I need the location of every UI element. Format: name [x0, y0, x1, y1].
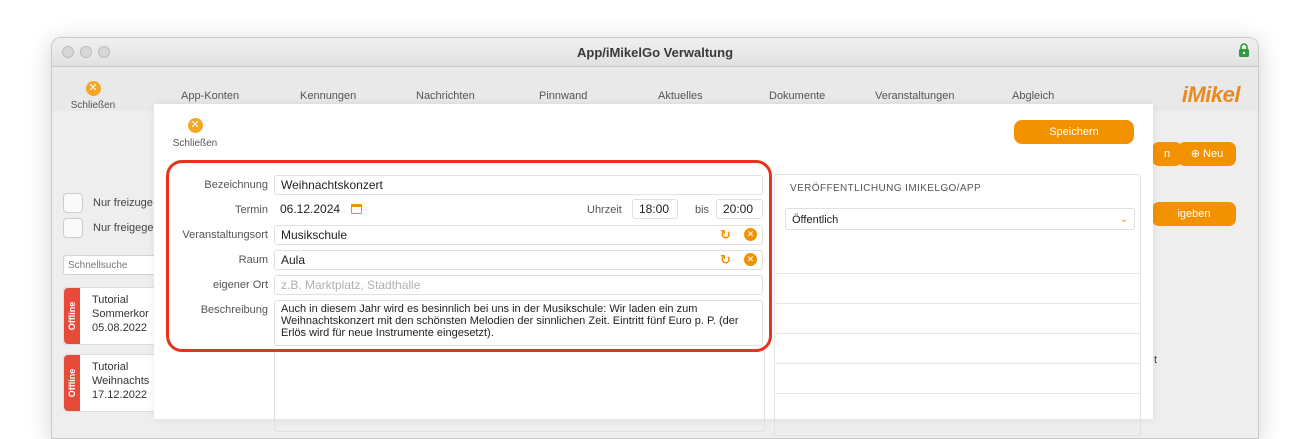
new-button-label: Neu [1203, 148, 1224, 160]
list-item[interactable]: Offline Tutorial Weihnachts 17.12.2022 [63, 354, 161, 412]
clear-icon[interactable]: ✕ [744, 253, 757, 266]
tab-app-konten[interactable]: App-Konten [181, 90, 239, 102]
room-field[interactable]: Aula [274, 250, 763, 270]
divider [775, 393, 1140, 394]
publication-selected: Öffentlich [792, 214, 839, 226]
lock-icon [1239, 43, 1249, 57]
plus-icon: ⊕ [1190, 148, 1200, 160]
quick-search-input[interactable]: Schnellsuche [63, 255, 159, 275]
text-area[interactable] [274, 350, 765, 432]
release-button[interactable]: igeben [1152, 202, 1236, 226]
calendar-icon[interactable] [351, 204, 362, 214]
publication-select[interactable]: Öffentlich ⌄ [785, 208, 1135, 230]
own-place-field[interactable]: z.B. Marktplatz, Stadthalle [274, 275, 763, 295]
filter-checkbox-1[interactable] [63, 193, 83, 213]
time-from-field[interactable]: 18:00 [632, 199, 678, 219]
filter-label-2: Nur freigege [93, 222, 154, 234]
tab-kennungen[interactable]: Kennungen [300, 90, 356, 102]
side-fragment: t [1154, 354, 1158, 366]
event-dialog: ✕ Schließen Speichern Bezeichnung Weihna… [154, 104, 1153, 436]
date-row: 06.12.2024 [274, 200, 763, 220]
description-field[interactable]: Auch in diesem Jahr wird es besinnlich b… [274, 300, 763, 346]
tab-dokumente[interactable]: Dokumente [769, 90, 825, 102]
close-icon: ✕ [187, 118, 203, 133]
description-label: Beschreibung [200, 304, 268, 316]
divider [775, 273, 1140, 274]
tab-nachrichten[interactable]: Nachrichten [416, 90, 475, 102]
filter-checkbox-2[interactable] [63, 218, 83, 238]
date-field[interactable]: 06.12.2024 [280, 202, 340, 216]
tab-veranstaltungen[interactable]: Veranstaltungen [875, 90, 955, 102]
publication-heading: VERÖFFENTLICHUNG IMIKELGO/APP [790, 183, 982, 194]
venue-label: Veranstaltungsort [182, 229, 268, 241]
status-badge: Offline [64, 355, 80, 411]
venue-field[interactable]: Musikschule [274, 225, 763, 245]
name-field[interactable]: Weihnachtskonzert [274, 175, 763, 195]
name-label: Bezeichnung [204, 179, 268, 191]
time-label: Uhrzeit [587, 204, 622, 216]
imikel-logo: iMikel [1181, 82, 1241, 107]
save-button[interactable]: Speichern [1014, 120, 1134, 144]
time-to-field[interactable]: 20:00 [716, 199, 763, 219]
title-bar: App/iMikelGo Verwaltung [52, 38, 1258, 67]
close-icon: ✕ [85, 81, 101, 96]
tab-abgleich[interactable]: Abgleich [1012, 90, 1054, 102]
list-item-text: Tutorial Sommerkor 05.08.2022 [92, 294, 149, 334]
list-item-text: Tutorial Weihnachts 17.12.2022 [92, 361, 150, 401]
clear-icon[interactable]: ✕ [744, 228, 757, 241]
toolbar-close-button[interactable]: ✕ Schließen [70, 81, 116, 111]
status-badge: Offline [64, 288, 80, 344]
new-button[interactable]: ⊕ Neu [1178, 142, 1236, 166]
date-label: Termin [234, 204, 268, 216]
own-place-label: eigener Ort [212, 279, 268, 291]
dialog-close-label: Schließen [172, 138, 218, 149]
divider [775, 303, 1140, 304]
chevron-down-icon: ⌄ [1119, 214, 1128, 225]
divider [775, 363, 1140, 364]
tab-pinnwand[interactable]: Pinnwand [539, 90, 587, 102]
window-title: App/iMikelGo Verwaltung [576, 45, 734, 60]
publication-panel: VERÖFFENTLICHUNG IMIKELGO/APP Öffentlich… [774, 174, 1141, 436]
refresh-icon[interactable]: ↻ [720, 228, 731, 241]
list-item[interactable]: Offline Tutorial Sommerkor 05.08.2022 [63, 287, 161, 345]
filter-label-1: Nur freizuge [93, 197, 153, 209]
time-to-label: bis [695, 204, 710, 216]
refresh-icon[interactable]: ↻ [720, 253, 731, 266]
toolbar-close-label: Schließen [70, 100, 116, 111]
divider [775, 333, 1140, 334]
dialog-close-button[interactable]: ✕ Schließen [172, 118, 218, 149]
tab-aktuelles[interactable]: Aktuelles [658, 90, 703, 102]
room-label: Raum [238, 254, 268, 266]
